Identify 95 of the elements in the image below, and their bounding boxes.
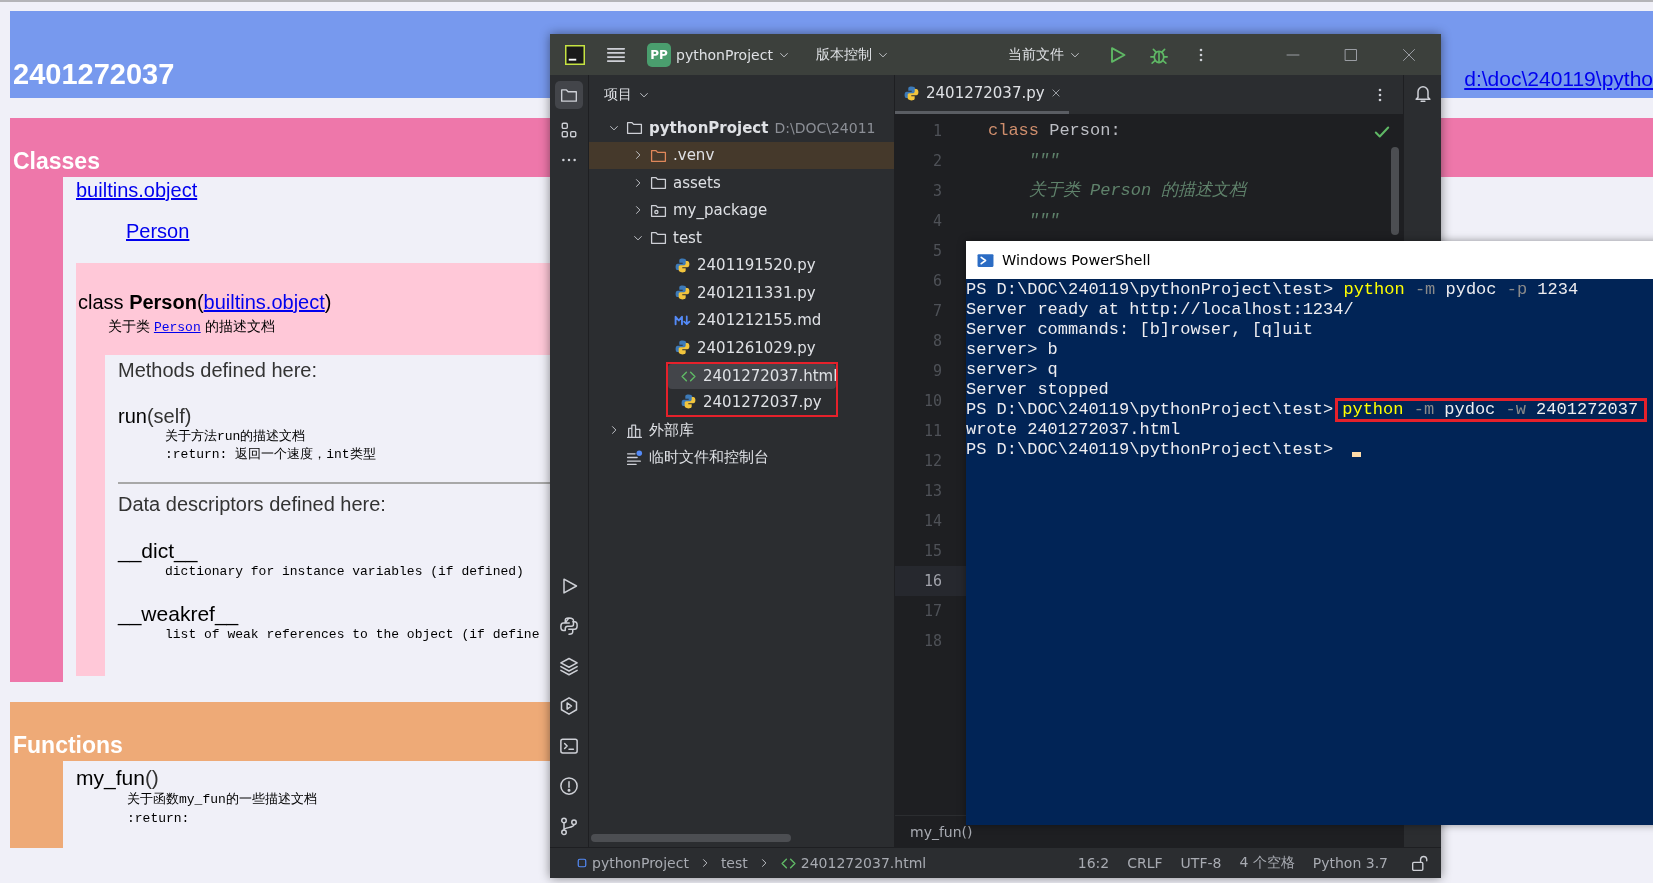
git-branch-icon[interactable] [559, 816, 579, 836]
code-line: """ [1027, 150, 1060, 172]
tree-item[interactable]: test [589, 224, 894, 252]
descriptor-name: __dict__ [118, 539, 198, 563]
method-docstring: :return: 返回一个速度，int类型 [164, 446, 376, 464]
function-docstring: 关于函数my_fun的一些描述文档 [126, 791, 317, 809]
method-docstring: 关于方法run的描述文档 [164, 428, 306, 446]
folder-icon [560, 86, 578, 104]
tree-item[interactable]: my_package [589, 196, 894, 224]
close-icon[interactable] [1050, 88, 1061, 98]
descriptors-heading: Data descriptors defined here: [118, 492, 386, 516]
structure-icon[interactable] [560, 121, 578, 139]
method-signature: run(self) [118, 404, 192, 428]
python-console-icon[interactable] [559, 616, 579, 636]
folder-icon [626, 119, 643, 137]
line-number: 16 [895, 566, 966, 596]
tree-item[interactable]: .venv [589, 141, 894, 169]
code-line: """ [1027, 210, 1060, 232]
project-menu-button[interactable]: PP pythonProject [641, 38, 796, 71]
python-file-icon [680, 393, 697, 411]
folder-icon [650, 174, 667, 192]
descriptor-docstring: list of weak references to the object (if define [164, 626, 540, 644]
section-heading: Classes [13, 148, 100, 175]
layers-icon[interactable] [559, 656, 579, 676]
breadcrumb-item[interactable]: pythonProject [570, 855, 695, 871]
status-item[interactable]: CRLF [1118, 855, 1172, 871]
status-item[interactable]: Python 3.7 [1303, 855, 1397, 871]
code-line: 关于类 Person 的描述文档 [1027, 180, 1247, 202]
base-class-link[interactable]: builtins.object [203, 291, 325, 313]
services-icon[interactable] [559, 696, 579, 716]
terminal-prompt: PS D:\DOC\240119\pythonProject\test> [966, 400, 1334, 420]
class-link[interactable]: Person [153, 320, 201, 335]
status-item[interactable]: 16:2 [1068, 855, 1119, 871]
class-docstring: 关于类 Person 的描述文档 [107, 317, 275, 337]
bell-icon[interactable] [1412, 83, 1433, 103]
maximize-icon[interactable] [1343, 46, 1359, 63]
python-file-icon [674, 284, 691, 302]
tree-item[interactable]: 2401211331.py [589, 279, 894, 307]
terminal-text: server> q [966, 360, 1058, 380]
terminal-text: wrote 2401272037.html [966, 420, 1181, 440]
methods-heading: Methods defined here: [118, 358, 318, 382]
code-line: class Person: [988, 120, 1121, 142]
tree-item[interactable]: 2401272037.html [668, 363, 836, 389]
tree-item[interactable]: 2401272037.py [668, 389, 836, 415]
project-badge: PP [647, 42, 671, 67]
tree-item[interactable]: pythonProject D:\DOC\24011 [589, 114, 894, 142]
descriptor-name: __weakref__ [118, 602, 239, 626]
tree-item[interactable]: assets [589, 169, 894, 197]
terminal-command: python -m pydoc -p 1234 [1343, 280, 1579, 300]
tree-item[interactable]: 2401191520.py [589, 251, 894, 279]
project-name: pythonProject [676, 46, 773, 63]
panel-title: 项目 [604, 85, 632, 104]
status-item[interactable]: UTF-8 [1171, 855, 1231, 871]
class-signature: class Person(builtins.object) [77, 290, 332, 314]
scratch-list-icon [626, 449, 643, 467]
terminal-icon[interactable] [559, 736, 579, 756]
python-file-icon [674, 256, 691, 274]
terminal-text: Server stopped [966, 380, 1109, 400]
tree-item[interactable]: 2401212155.md [589, 306, 894, 334]
terminal-text: Server ready at http://localhost:1234/ [966, 300, 1354, 320]
powershell-icon [977, 251, 994, 269]
class-link[interactable]: builtins.object [76, 179, 198, 201]
terminal-text: server> b [966, 340, 1058, 360]
section-heading: Functions [13, 732, 123, 759]
problems-icon[interactable] [559, 776, 579, 796]
tree-item[interactable]: 外部库 [589, 416, 894, 444]
vcs-menu-button[interactable]: 版本控制 [809, 41, 895, 68]
project-tool-button[interactable] [555, 81, 583, 109]
python-file-icon [674, 339, 691, 357]
function-signature: my_fun() [76, 766, 159, 790]
horizontal-scrollbar[interactable] [591, 834, 791, 842]
close-icon[interactable] [1401, 46, 1417, 63]
tree-item[interactable]: 2401261029.py [589, 334, 894, 362]
breadcrumb-item[interactable]: 2401272037.html [773, 854, 933, 872]
descriptor-docstring: dictionary for instance variables (if defined) [164, 563, 524, 581]
python-file-icon [903, 84, 920, 102]
function-docstring: :return: [126, 810, 190, 828]
module-title: 2401272037 [12, 58, 175, 90]
run-config-button[interactable]: 当前文件 [1002, 41, 1087, 68]
lock-icon[interactable] [1411, 854, 1429, 872]
terminal-text: Server commands: [b]rowser, [q]uit [966, 320, 1313, 340]
module-square-icon [576, 857, 588, 869]
project-path: D:\DOC\24011 [774, 119, 876, 136]
status-item[interactable]: 4 个空格 [1230, 854, 1304, 872]
class-link[interactable]: Person [126, 220, 190, 242]
breadcrumb-item[interactable]: my_fun() [910, 823, 973, 840]
terminal-prompt: PS D:\DOC\240119\pythonProject\test> [966, 280, 1335, 300]
app-logo-icon [565, 44, 585, 65]
window-title: Windows PowerShell [1002, 252, 1151, 268]
terminal-command: python -m pydoc -w 2401272037 [1342, 400, 1639, 419]
tree-item[interactable]: 临时文件和控制台 [589, 444, 894, 472]
breadcrumb-item[interactable]: test [714, 855, 754, 871]
vertical-scrollbar[interactable] [1391, 147, 1399, 235]
terminal-prompt: PS D:\DOC\240119\pythonProject\test> [966, 440, 1335, 460]
folder-icon [650, 229, 667, 247]
